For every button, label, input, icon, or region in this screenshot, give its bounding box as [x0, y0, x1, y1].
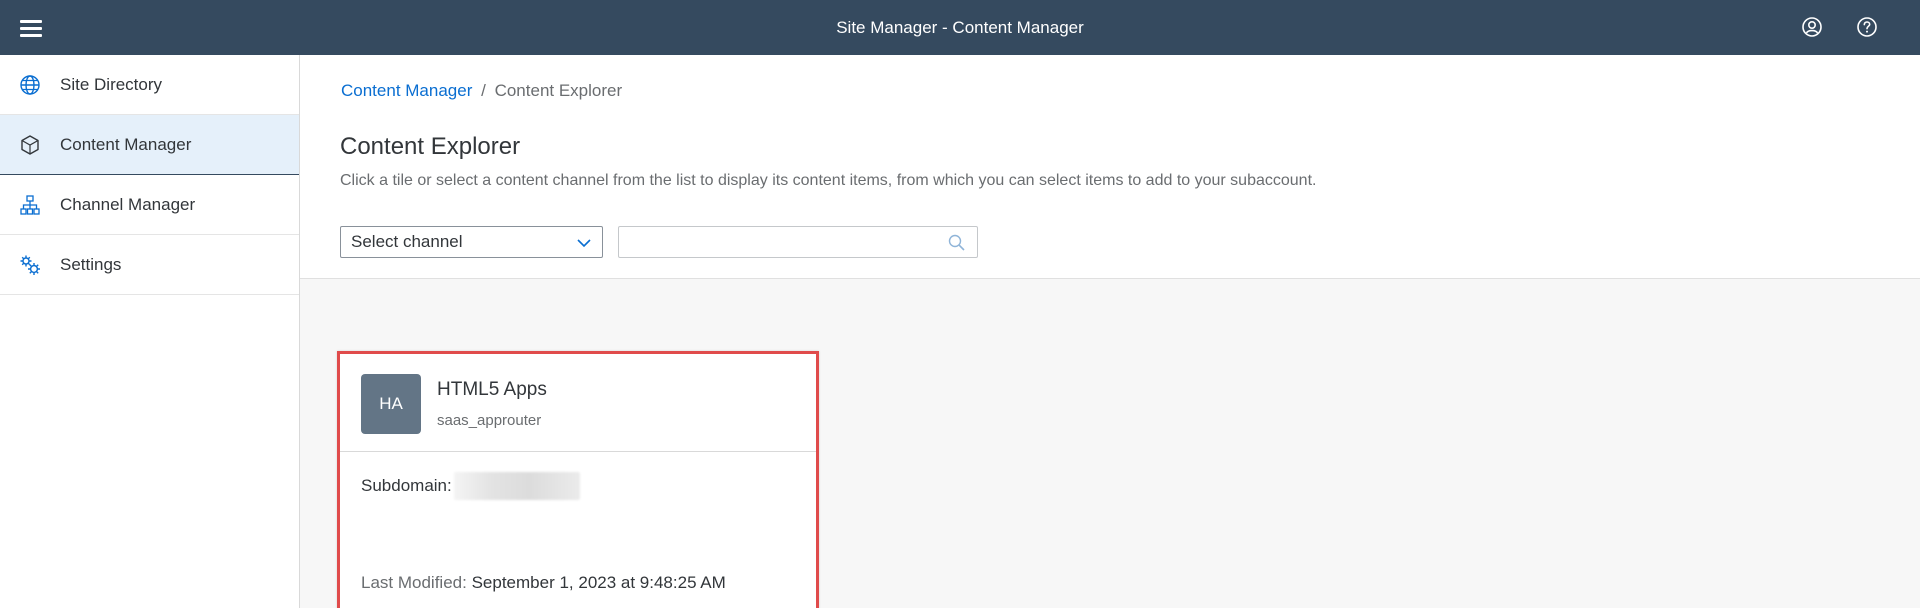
help-icon[interactable]: [1855, 15, 1879, 39]
last-modified-label: Last Modified:: [361, 573, 467, 592]
tile-title: HTML5 Apps: [437, 379, 547, 400]
sidebar-item-label: Site Directory: [60, 74, 163, 94]
hamburger-menu-icon[interactable]: [20, 15, 46, 41]
globe-icon: [0, 55, 60, 115]
side-navigation: Site Directory Content Manager Channel M…: [0, 55, 300, 608]
channel-select-value: Select channel: [351, 232, 463, 251]
sidebar-item-site-directory[interactable]: Site Directory: [0, 55, 299, 115]
search-icon[interactable]: [947, 233, 967, 258]
sidebar-item-label: Content Manager: [60, 134, 192, 154]
hierarchy-icon: [0, 175, 60, 235]
avatar: HA: [361, 374, 421, 434]
sidebar-item-settings[interactable]: Settings: [0, 235, 299, 295]
main-content: Content Manager / Content Explorer Conte…: [300, 55, 1920, 608]
tile-header: HA HTML5 Apps saas_approuter: [340, 354, 816, 452]
sidebar-item-channel-manager[interactable]: Channel Manager: [0, 175, 299, 235]
tile-subtitle: saas_approuter: [437, 412, 542, 429]
subdomain-row: Subdomain:: [361, 472, 580, 500]
search-input[interactable]: [619, 227, 939, 257]
breadcrumb-link-content-manager[interactable]: Content Manager: [341, 81, 472, 100]
page-title: Content Explorer: [340, 133, 521, 160]
settings-icon: [0, 235, 60, 295]
content-tile-html5-apps[interactable]: HA HTML5 Apps saas_approuter Subdomain: …: [337, 351, 819, 608]
sidebar-item-label: Settings: [60, 254, 122, 274]
page-header: Content Manager / Content Explorer Conte…: [300, 55, 1920, 279]
breadcrumb-separator: /: [481, 81, 486, 100]
tile-container: HA HTML5 Apps saas_approuter Subdomain: …: [300, 279, 1920, 608]
channel-select[interactable]: Select channel: [340, 226, 603, 258]
sidebar-item-label: Channel Manager: [60, 194, 196, 214]
page-description: Click a tile or select a content channel…: [340, 172, 1317, 189]
subdomain-value-redacted: [453, 472, 580, 500]
subdomain-label: Subdomain:: [361, 476, 452, 495]
breadcrumb-current: Content Explorer: [494, 81, 623, 100]
last-modified-value: September 1, 2023 at 9:48:25 AM: [471, 573, 726, 592]
chevron-down-icon: [576, 235, 592, 255]
search-field[interactable]: [618, 226, 978, 258]
breadcrumb: Content Manager / Content Explorer: [341, 81, 622, 101]
cube-icon: [0, 115, 60, 175]
sidebar-item-content-manager[interactable]: Content Manager: [0, 115, 299, 175]
shell-title: Site Manager - Content Manager: [836, 17, 1084, 37]
last-modified: Last Modified: September 1, 2023 at 9:48…: [361, 573, 726, 593]
shell-bar: Site Manager - Content Manager: [0, 0, 1920, 55]
user-account-icon[interactable]: [1800, 15, 1824, 39]
